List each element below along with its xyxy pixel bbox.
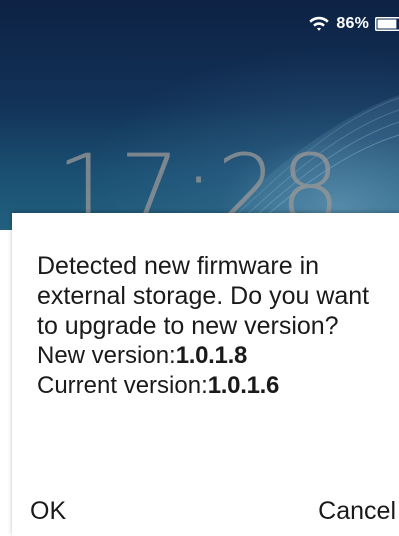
new-version-value: 1.0.1.8 xyxy=(175,342,248,369)
current-version-line: Current version:1.0.1.6 xyxy=(37,371,392,401)
dialog-actions: OK Cancel xyxy=(12,490,399,530)
lock-screen-wallpaper: 86% 17:28 xyxy=(0,0,399,230)
cancel-button[interactable]: Cancel xyxy=(318,496,396,526)
current-version-value: 1.0.1.6 xyxy=(207,372,280,399)
dialog-message-text: Detected new firmware in external storag… xyxy=(37,252,370,340)
wifi-icon xyxy=(309,16,330,31)
new-version-label: New version: xyxy=(37,342,176,369)
dialog-message: Detected new firmware in external storag… xyxy=(37,251,392,401)
battery-icon xyxy=(375,17,399,31)
battery-fill xyxy=(377,19,397,29)
firmware-upgrade-dialog: Detected new firmware in external storag… xyxy=(12,213,399,536)
phone-screen: 86% 17:28 Detected new firmware in exter… xyxy=(0,0,399,536)
new-version-line: New version:1.0.1.8 xyxy=(37,341,392,371)
current-version-label: Current version: xyxy=(37,372,208,399)
status-bar: 86% xyxy=(308,12,399,36)
battery-percentage: 86% xyxy=(336,15,369,32)
ok-button[interactable]: OK xyxy=(30,496,66,526)
